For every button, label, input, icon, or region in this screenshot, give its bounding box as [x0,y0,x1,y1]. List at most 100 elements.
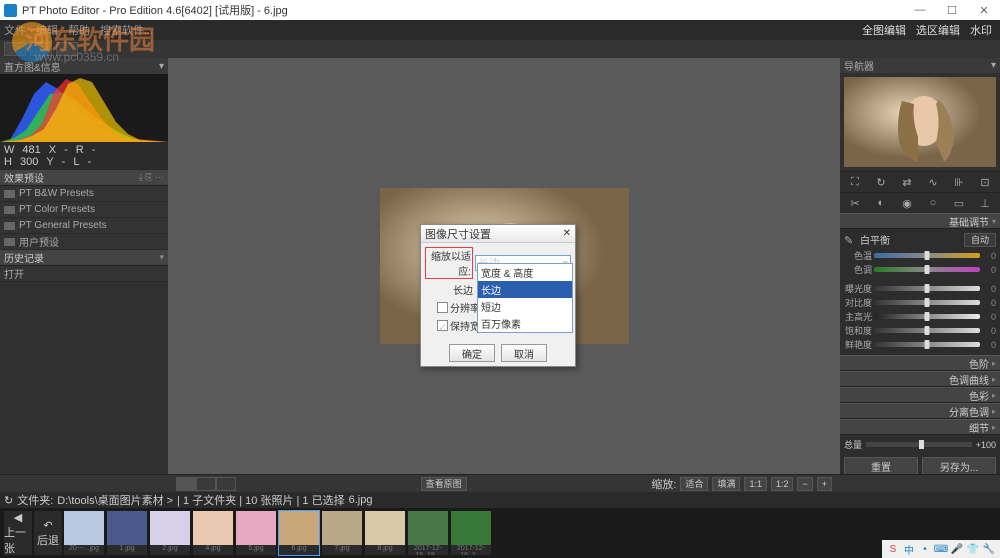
presets-header[interactable]: 效果预设 ⤓ ⎘ ⋯ [0,170,168,186]
wb-auto-button[interactable]: 自动 [964,233,996,247]
brush-icon[interactable]: ○ [925,196,941,210]
view-single[interactable] [176,477,196,491]
option-long[interactable]: 长边 [478,281,572,298]
histogram [0,74,168,142]
color-header[interactable]: 色彩▸ [840,387,1000,403]
zoom-out[interactable]: − [797,477,812,491]
view-compare[interactable] [216,477,236,491]
rotate-icon[interactable]: ↻ [873,175,889,189]
ime-icon[interactable]: S [886,542,900,556]
current-file: 6.jpg [349,494,373,506]
slider-highlight[interactable]: 主高光0 [844,310,996,323]
thumb-0[interactable]: 20---...jpg [64,511,104,555]
dialog-title: 图像尺寸设置 [425,226,491,242]
ime-lang[interactable]: 中 [902,542,916,556]
ratio-12[interactable]: 1:2 [771,477,794,491]
eyedropper-icon[interactable]: ✎ [844,234,856,246]
split-tone-header[interactable]: 分离色调▸ [840,403,1000,419]
ime-kb[interactable]: ⌨ [934,542,948,556]
refresh-icon[interactable]: ↻ [4,494,13,507]
back-button[interactable]: ↶后退 [34,511,62,555]
heal-icon[interactable]: ◐ [873,196,889,210]
maximize-button[interactable]: ☐ [936,0,968,20]
cancel-button[interactable]: 取消 [501,344,547,362]
more-icon[interactable]: ⊡ [977,175,993,189]
mode-selection-edit[interactable]: 选区编辑 [916,22,960,38]
thumb-6[interactable]: 7.jpg [322,511,362,555]
preset-bw[interactable]: PT B&W Presets [0,186,168,202]
grad-icon[interactable]: ▭ [951,196,967,210]
app-icon [4,4,17,17]
slider-temp[interactable]: 色温0 [844,249,996,262]
levels-icon[interactable]: ⊪ [951,175,967,189]
history-header[interactable]: 历史记录 ▾ [0,250,168,266]
folder-info: | 1 子文件夹 | 10 张照片 | 1 已选择 [177,492,345,508]
watermark-logo [12,22,52,62]
thumb-1[interactable]: 1.jpg [107,511,147,555]
folder-path[interactable]: D:\tools\桌面图片素材 > [57,492,173,508]
prev-button[interactable]: ◀上一张 [4,511,32,555]
navigator-header[interactable]: 导航器▾ [840,58,1000,73]
crop2-icon[interactable]: ✂ [847,196,863,210]
flip-icon[interactable]: ⇄ [899,175,915,189]
slider-exposure[interactable]: 曝光度0 [844,282,996,295]
ime-skin[interactable]: 👕 [966,542,980,556]
reset-button[interactable]: 重置 [844,457,918,474]
menu-search[interactable]: 搜索软件... [100,22,153,38]
slider-saturation[interactable]: 饱和度0 [844,324,996,337]
presets-tools[interactable]: ⤓ ⎘ ⋯ [139,172,164,183]
close-button[interactable]: ✕ [968,0,1000,20]
navigator-preview[interactable] [844,77,996,167]
chevron-down-icon: ▾ [992,217,996,226]
thumb-8[interactable]: 2017-12-15_18... [408,511,448,555]
basic-adjust-header[interactable]: 基础调节▾ [840,213,1000,229]
history-item[interactable]: 打开 [0,266,168,282]
adjust-icon[interactable]: ∿ [925,175,941,189]
thumb-2[interactable]: 2.jpg [150,511,190,555]
preset-general[interactable]: PT General Presets [0,218,168,234]
menu-help[interactable]: 帮助 [68,22,90,38]
thumb-5[interactable]: 6.jpg [279,511,319,555]
mode-watermark[interactable]: 水印 [970,22,992,38]
wb-label: 白平衡 [860,232,960,247]
thumb-4[interactable]: 5.jpg [236,511,276,555]
folder-icon [4,238,15,246]
slider-tint[interactable]: 色调0 [844,263,996,276]
ime-tool[interactable]: 🔧 [982,542,996,556]
ime-mic[interactable]: 🎤 [950,542,964,556]
option-short[interactable]: 短边 [478,298,572,315]
slider-contrast[interactable]: 对比度0 [844,296,996,309]
thumb-7[interactable]: 8.jpg [365,511,405,555]
collapse-icon[interactable]: ▾ [159,61,164,72]
minimize-button[interactable]: — [904,0,936,20]
fit-button[interactable]: 适合 [680,477,708,491]
detail-header[interactable]: 细节▸ [840,419,1000,435]
ime-punct[interactable]: • [918,542,932,556]
text-icon[interactable]: ⊥ [977,196,993,210]
toolbar-btn-3[interactable] [56,42,78,56]
preset-color[interactable]: PT Color Presets [0,202,168,218]
curves-header[interactable]: 色调曲线▸ [840,371,1000,387]
saveas-button[interactable]: 另存为... [922,457,996,474]
total-slider[interactable]: 总量 +100 [840,435,1000,454]
zoom-in[interactable]: + [817,477,832,491]
redeye-icon[interactable]: ◉ [899,196,915,210]
fill-button[interactable]: 填满 [712,477,740,491]
ok-button[interactable]: 确定 [449,344,495,362]
option-mp[interactable]: 百万像素 [478,315,572,332]
slider-vibrance[interactable]: 鲜艳度0 [844,338,996,351]
aspect-ratio-checkbox[interactable]: ✓ [437,320,448,331]
ratio-11[interactable]: 1:1 [744,477,767,491]
preset-user[interactable]: 用户预设 [0,234,168,250]
dialog-titlebar[interactable]: 图像尺寸设置 ✕ [421,225,575,243]
view-split[interactable] [196,477,216,491]
dialog-close-button[interactable]: ✕ [563,228,571,239]
option-wh[interactable]: 宽度 & 高度 [478,264,572,281]
crop-icon[interactable]: ⛶ [847,175,863,189]
levels-header[interactable]: 色阶▸ [840,355,1000,371]
thumb-3[interactable]: 4.jpg [193,511,233,555]
view-original-button[interactable]: 查看原图 [421,477,467,491]
mode-full-edit[interactable]: 全图编辑 [862,22,906,38]
resolution-checkbox[interactable] [437,302,448,313]
thumb-9[interactable]: 2017-12-16_1... [451,511,491,555]
